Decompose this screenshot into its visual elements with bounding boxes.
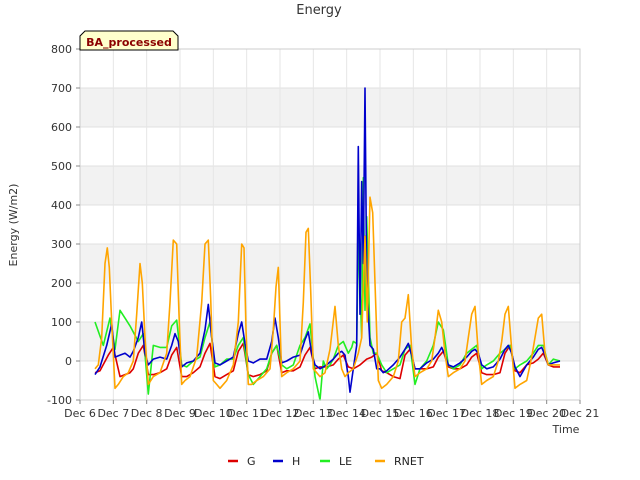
x-axis-title: Time: [552, 423, 580, 436]
energy-chart: Energy -100 0 100 200 300 400 500 600 700 800 Dec…: [7, 3, 599, 468]
y-axis-ticks: -100 0 100 200 300 400 500 600 700 800: [47, 43, 80, 407]
plot-band: [80, 88, 580, 127]
y-tick-label: 600: [51, 121, 72, 134]
x-tick-label: Dec 7: [97, 407, 129, 420]
legend-label-h: H: [292, 455, 300, 468]
x-tick-label: Dec 6: [64, 407, 96, 420]
y-tick-label: 800: [51, 43, 72, 56]
processing-badge: BA_processed: [79, 30, 179, 51]
y-tick-label: 700: [51, 82, 72, 95]
y-tick-label: -100: [47, 394, 72, 407]
y-tick-label: 0: [65, 355, 72, 368]
y-tick-label: 300: [51, 238, 72, 251]
y-tick-label: 500: [51, 160, 72, 173]
plot-band: [80, 166, 580, 205]
legend-label-le: LE: [339, 455, 352, 468]
chart-title: Energy: [296, 3, 342, 18]
y-tick-label: 400: [51, 199, 72, 212]
x-tick-label: Dec 9: [164, 407, 196, 420]
x-tick-label: Dec 21: [561, 407, 600, 420]
legend-label-g: G: [247, 455, 256, 468]
x-axis-ticks: Dec 6 Dec 7 Dec 8 Dec 9Dec 10Dec 11Dec 12De…: [64, 400, 599, 420]
badge-label: BA_processed: [86, 36, 172, 49]
y-axis-title: Energy (W/m2): [7, 184, 20, 267]
x-tick-label: Dec 8: [131, 407, 163, 420]
legend-label-rnet: RNET: [394, 455, 424, 468]
legend: G H LE RNET: [228, 455, 424, 468]
y-tick-label: 100: [51, 316, 72, 329]
y-tick-label: 200: [51, 277, 72, 290]
plot-band: [80, 244, 580, 283]
